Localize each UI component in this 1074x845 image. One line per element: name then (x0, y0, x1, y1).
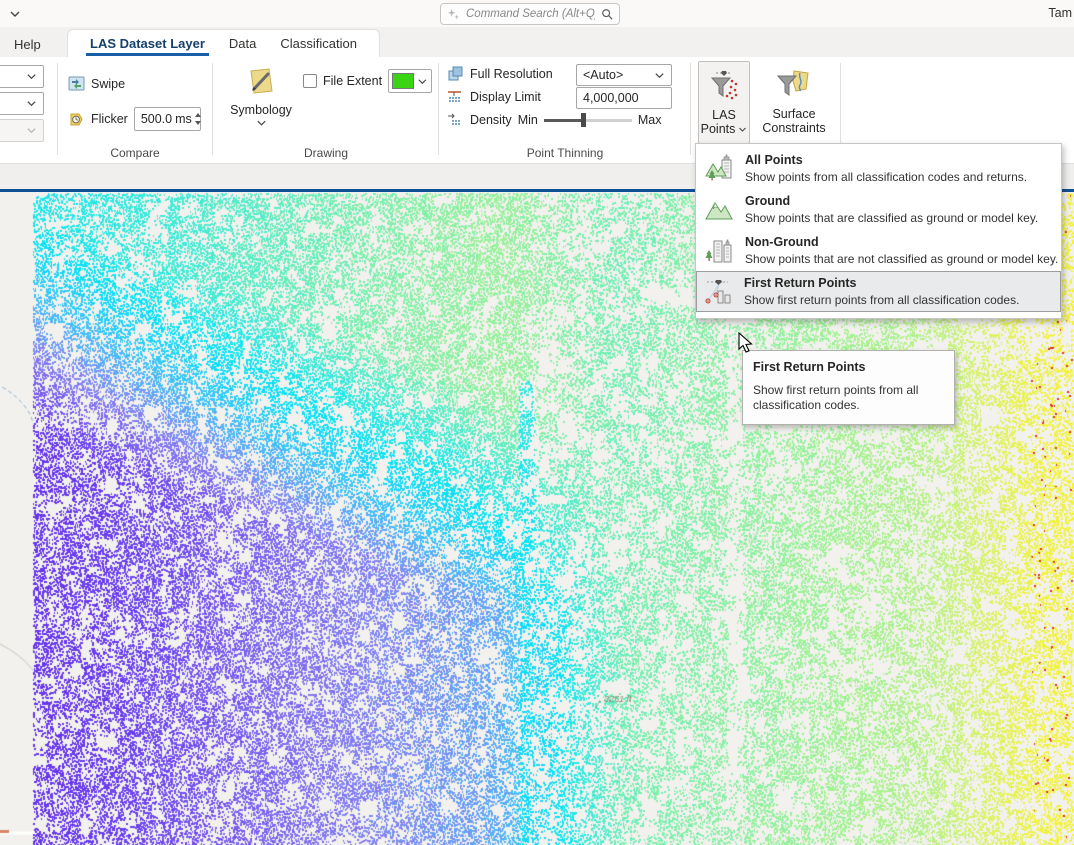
full-resolution-combo[interactable]: <Auto> (576, 64, 672, 86)
slider-handle[interactable] (581, 113, 586, 127)
las-points-button[interactable]: LAS Points (698, 61, 750, 144)
display-limit-value: 4,000,000 (583, 91, 639, 105)
group-label-drawing: Drawing (215, 146, 437, 160)
spinner-arrows[interactable] (195, 111, 201, 127)
swipe-button[interactable]: Swipe (68, 75, 125, 92)
title-bar: Command Search (Alt+Q) Tam (0, 0, 1074, 27)
file-extent-row: File Extent (303, 69, 432, 93)
chevron-down-icon[interactable] (8, 7, 22, 21)
surface-constraints-label-1: Surface (772, 107, 815, 121)
flicker-interval-input[interactable]: 500.0 ms (134, 107, 201, 131)
chevron-down-icon (417, 76, 428, 87)
contextual-tab-group: LAS Dataset Layer Data Classification (67, 29, 380, 57)
user-name[interactable]: Tam (1048, 6, 1072, 20)
all-points-icon (705, 154, 735, 184)
chevron-down-icon (26, 125, 37, 136)
las-points-menu: All Points Show points from all classifi… (695, 143, 1062, 319)
las-points-label-1: LAS (712, 108, 736, 122)
menu-item-desc: Show first return points from all classi… (744, 293, 1019, 307)
menu-item-title: All Points (745, 153, 1027, 167)
file-extent-label: File Extent (323, 74, 382, 88)
surface-constraints-button[interactable]: Surface Constraints (758, 61, 830, 144)
density-slider[interactable] (544, 113, 632, 127)
layer-combo-1[interactable] (0, 65, 44, 88)
tab-help[interactable]: Help (10, 31, 45, 57)
group-compare: Swipe Flicker 500.0 ms Compare (60, 57, 210, 164)
density-icon (447, 111, 464, 128)
menu-item-title: Ground (745, 194, 1038, 208)
chevron-down-icon (738, 126, 747, 133)
menu-item-non-ground[interactable]: Non-Ground Show points that are not clas… (697, 230, 1060, 271)
full-resolution-icon (447, 65, 464, 82)
chevron-down-icon (256, 119, 267, 127)
display-limit-icon (447, 88, 464, 105)
flicker-label[interactable]: Flicker (91, 112, 128, 126)
density-max-label: Max (638, 113, 662, 127)
surface-constraints-label-2: Constraints (762, 121, 825, 135)
group-drawing: Symbology File Extent Drawing (215, 57, 437, 164)
menu-item-ground[interactable]: Ground Show points that are classified a… (697, 189, 1060, 230)
tab-data[interactable]: Data (217, 30, 268, 57)
menu-item-desc: Show points from all classification code… (745, 170, 1027, 184)
menu-item-all-points[interactable]: All Points Show points from all classifi… (697, 148, 1060, 189)
density-min-label: Min (518, 113, 538, 127)
full-resolution-value: <Auto> (583, 68, 623, 82)
layer-combo-3 (0, 119, 44, 142)
menu-item-first-return-points[interactable]: First Return Points Show first return po… (696, 271, 1061, 312)
symbology-button[interactable]: Symbology (228, 59, 294, 127)
menu-item-desc: Show points that are classified as groun… (745, 211, 1038, 225)
density-label: Density (470, 113, 512, 127)
sparkle-icon (447, 8, 460, 21)
tab-las-dataset-layer[interactable]: LAS Dataset Layer (78, 30, 217, 57)
symbology-label: Symbology (230, 103, 292, 117)
menu-item-desc: Show points that are not classified as g… (745, 252, 1058, 266)
surface-constraints-icon (776, 67, 812, 103)
display-limit-input[interactable]: 4,000,000 (576, 87, 672, 109)
flicker-unit: ms (175, 112, 192, 126)
group-label-compare: Compare (60, 146, 210, 160)
file-extent-checkbox[interactable] (303, 74, 317, 88)
flicker-icon[interactable] (68, 111, 85, 128)
menu-item-title: Non-Ground (745, 235, 1058, 249)
symbology-icon (244, 65, 278, 99)
tooltip-body: Show first return points from all classi… (753, 383, 944, 413)
group-label-point-thinning: Point Thinning (442, 146, 688, 160)
las-points-label-2: Points (701, 122, 736, 136)
menu-item-title: First Return Points (744, 276, 1019, 290)
arcgis-pro-window: Command Search (Alt+Q) Tam Help LAS Data… (0, 0, 1074, 845)
tooltip-title: First Return Points (753, 360, 944, 374)
mouse-cursor (737, 332, 757, 354)
ground-icon (705, 195, 735, 225)
flicker-value[interactable]: 500.0 (141, 112, 172, 126)
ribbon-tab-row: Help LAS Dataset Layer Data Classificati… (0, 27, 1074, 57)
first-return-points-icon (704, 277, 734, 307)
layer-combos (0, 65, 44, 142)
search-icon[interactable] (601, 8, 613, 20)
swipe-label: Swipe (91, 77, 125, 91)
tab-classification[interactable]: Classification (268, 30, 369, 57)
flicker-row: Flicker 500.0 ms (68, 107, 201, 131)
full-resolution-label: Full Resolution (470, 67, 553, 81)
chevron-down-icon (654, 70, 665, 81)
chevron-down-icon (26, 71, 37, 82)
non-ground-icon (705, 236, 735, 266)
search-input[interactable]: Command Search (Alt+Q) (466, 8, 595, 20)
las-points-icon (706, 68, 742, 104)
command-search[interactable]: Command Search (Alt+Q) (440, 3, 620, 25)
first-return-points-tooltip: First Return Points Show first return po… (742, 350, 955, 425)
swipe-icon (68, 75, 85, 92)
color-swatch (392, 73, 414, 89)
display-limit-label: Display Limit (470, 90, 541, 104)
extent-color-picker[interactable] (388, 69, 432, 93)
chevron-down-icon (26, 98, 37, 109)
group-point-thinning: Full Resolution <Auto> Display Limit (442, 57, 688, 164)
layer-combo-2[interactable] (0, 92, 44, 115)
